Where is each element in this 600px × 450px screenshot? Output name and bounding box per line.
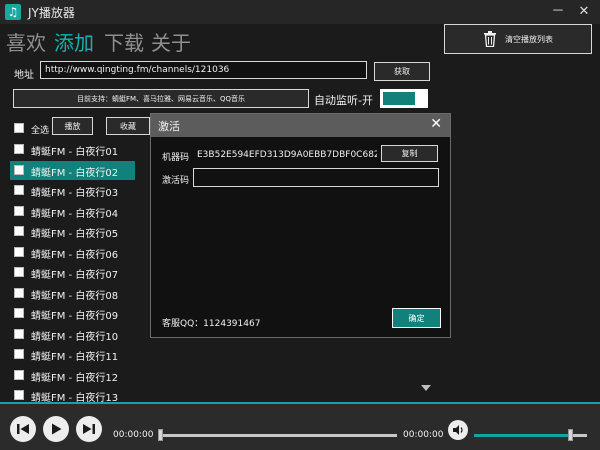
- address-input[interactable]: http://www.qingting.fm/channels/121036: [40, 61, 367, 79]
- dialog-header: 激活 ✕: [151, 114, 450, 137]
- track-title: 蜻蜓FM - 白夜行05: [31, 229, 119, 240]
- supported-sources-bar: 目前支持：蜻蜓FM、喜马拉雅、网易云音乐、QQ音乐: [13, 89, 309, 108]
- track-title: 蜻蜓FM - 白夜行02: [31, 167, 119, 179]
- get-button[interactable]: 获取: [374, 62, 430, 81]
- auto-monitor-toggle[interactable]: [380, 89, 428, 108]
- select-all-checkbox[interactable]: [14, 123, 24, 133]
- track-title: 蜻蜓FM - 白夜行01: [31, 147, 119, 158]
- support-qq-text: 客服QQ：1124391467: [162, 319, 261, 329]
- playlist-row[interactable]: 蜻蜓FM - 白夜行09: [10, 304, 135, 323]
- row-checkbox[interactable]: [14, 328, 24, 339]
- play-selected-button[interactable]: 播放: [52, 117, 93, 135]
- previous-icon: [17, 424, 29, 434]
- toggle-track: [383, 92, 415, 105]
- toggle-knob: [416, 92, 425, 105]
- volume-button[interactable]: [448, 420, 468, 440]
- row-checkbox[interactable]: [14, 267, 24, 277]
- row-checkbox[interactable]: [14, 205, 24, 216]
- play-icon: [52, 423, 62, 435]
- minimize-button[interactable]: －: [548, 2, 568, 22]
- tab-favorites[interactable]: 喜欢: [6, 27, 46, 56]
- playlist-row[interactable]: 蜻蜓FM - 白夜行08: [10, 284, 135, 303]
- close-window-button[interactable]: ✕: [574, 2, 594, 22]
- total-time: 00:00:00: [403, 430, 444, 440]
- next-button[interactable]: [76, 416, 102, 442]
- current-time: 00:00:00: [113, 430, 154, 440]
- music-note-icon: ♫: [5, 4, 21, 20]
- row-checkbox[interactable]: [14, 144, 24, 154]
- clear-playlist-label: 清空播放列表: [505, 34, 553, 44]
- clear-playlist-button[interactable]: 清空播放列表: [444, 24, 592, 54]
- copy-button[interactable]: 复制: [381, 145, 438, 162]
- machine-code-label: 机器码: [162, 153, 190, 163]
- playlist-row[interactable]: 蜻蜓FM - 白夜行01: [10, 140, 135, 159]
- row-checkbox[interactable]: [14, 369, 24, 380]
- progress-thumb[interactable]: [158, 429, 163, 441]
- title-bar: ♫ JY播放器 － ✕: [0, 0, 600, 24]
- row-checkbox[interactable]: [14, 308, 24, 318]
- playlist-row[interactable]: 蜻蜓FM - 白夜行12: [10, 366, 135, 385]
- playlist-row[interactable]: 蜻蜓FM - 白夜行05: [10, 222, 135, 241]
- select-all-label: 全选: [31, 126, 50, 136]
- track-title: 蜻蜓FM - 白夜行12: [31, 372, 119, 384]
- trash-icon: [484, 31, 496, 47]
- playlist-row[interactable]: 蜻蜓FM - 白夜行07: [10, 263, 135, 282]
- next-icon: [83, 424, 95, 434]
- row-checkbox[interactable]: [14, 246, 24, 257]
- playlist-row[interactable]: 蜻蜓FM - 白夜行11: [10, 345, 135, 364]
- row-checkbox[interactable]: [14, 349, 24, 359]
- playlist-row[interactable]: 蜻蜓FM - 白夜行02: [10, 160, 135, 180]
- activation-dialog: 激活 ✕ 机器码 E3B52E594EFD313D9A0EBB7DBF0C682…: [150, 113, 451, 338]
- volume-thumb[interactable]: [568, 429, 574, 441]
- row-checkbox[interactable]: [14, 164, 24, 175]
- row-checkbox[interactable]: [14, 226, 24, 236]
- tab-download[interactable]: 下载: [104, 27, 144, 56]
- machine-code-value: E3B52E594EFD313D9A0EBB7DBF0C6825D: [197, 150, 377, 160]
- track-title: 蜻蜓FM - 白夜行03: [31, 188, 119, 199]
- row-checkbox[interactable]: [14, 287, 24, 298]
- confirm-button[interactable]: 确定: [392, 308, 441, 328]
- progress-track[interactable]: [159, 434, 397, 437]
- activation-code-input[interactable]: [193, 168, 439, 187]
- dialog-close-icon[interactable]: ✕: [430, 116, 442, 132]
- playlist-row[interactable]: 蜻蜓FM - 白夜行04: [10, 202, 135, 221]
- playlist-row[interactable]: 蜻蜓FM - 白夜行06: [10, 243, 135, 262]
- auto-monitor-label: 自动监听-开: [314, 94, 373, 107]
- track-title: 蜻蜓FM - 白夜行04: [31, 208, 119, 220]
- track-title: 蜻蜓FM - 白夜行07: [31, 270, 119, 281]
- track-title: 蜻蜓FM - 白夜行06: [31, 249, 119, 261]
- tab-add[interactable]: 添加: [54, 27, 94, 56]
- activation-code-label: 激活码: [162, 176, 190, 186]
- row-checkbox[interactable]: [14, 390, 24, 400]
- dialog-title: 激活: [158, 120, 180, 133]
- volume-fill: [474, 434, 571, 437]
- playlist-row[interactable]: 蜻蜓FM - 白夜行10: [10, 325, 135, 344]
- track-title: 蜻蜓FM - 白夜行08: [31, 290, 119, 302]
- app-title: JY播放器: [28, 6, 75, 20]
- play-button[interactable]: [43, 416, 69, 442]
- address-label: 地址: [14, 70, 34, 81]
- track-title: 蜻蜓FM - 白夜行11: [31, 352, 119, 363]
- previous-button[interactable]: [10, 416, 36, 442]
- scroll-down-icon[interactable]: [421, 385, 431, 391]
- track-title: 蜻蜓FM - 白夜行09: [31, 311, 119, 322]
- row-checkbox[interactable]: [14, 185, 24, 195]
- playlist-row[interactable]: 蜻蜓FM - 白夜行03: [10, 181, 135, 200]
- tab-about[interactable]: 关于: [151, 27, 191, 56]
- collect-button[interactable]: 收藏: [106, 117, 150, 135]
- track-title: 蜻蜓FM - 白夜行10: [31, 331, 119, 343]
- speaker-icon: [452, 425, 463, 435]
- player-bar: 00:00:00 00:00:00: [0, 402, 600, 450]
